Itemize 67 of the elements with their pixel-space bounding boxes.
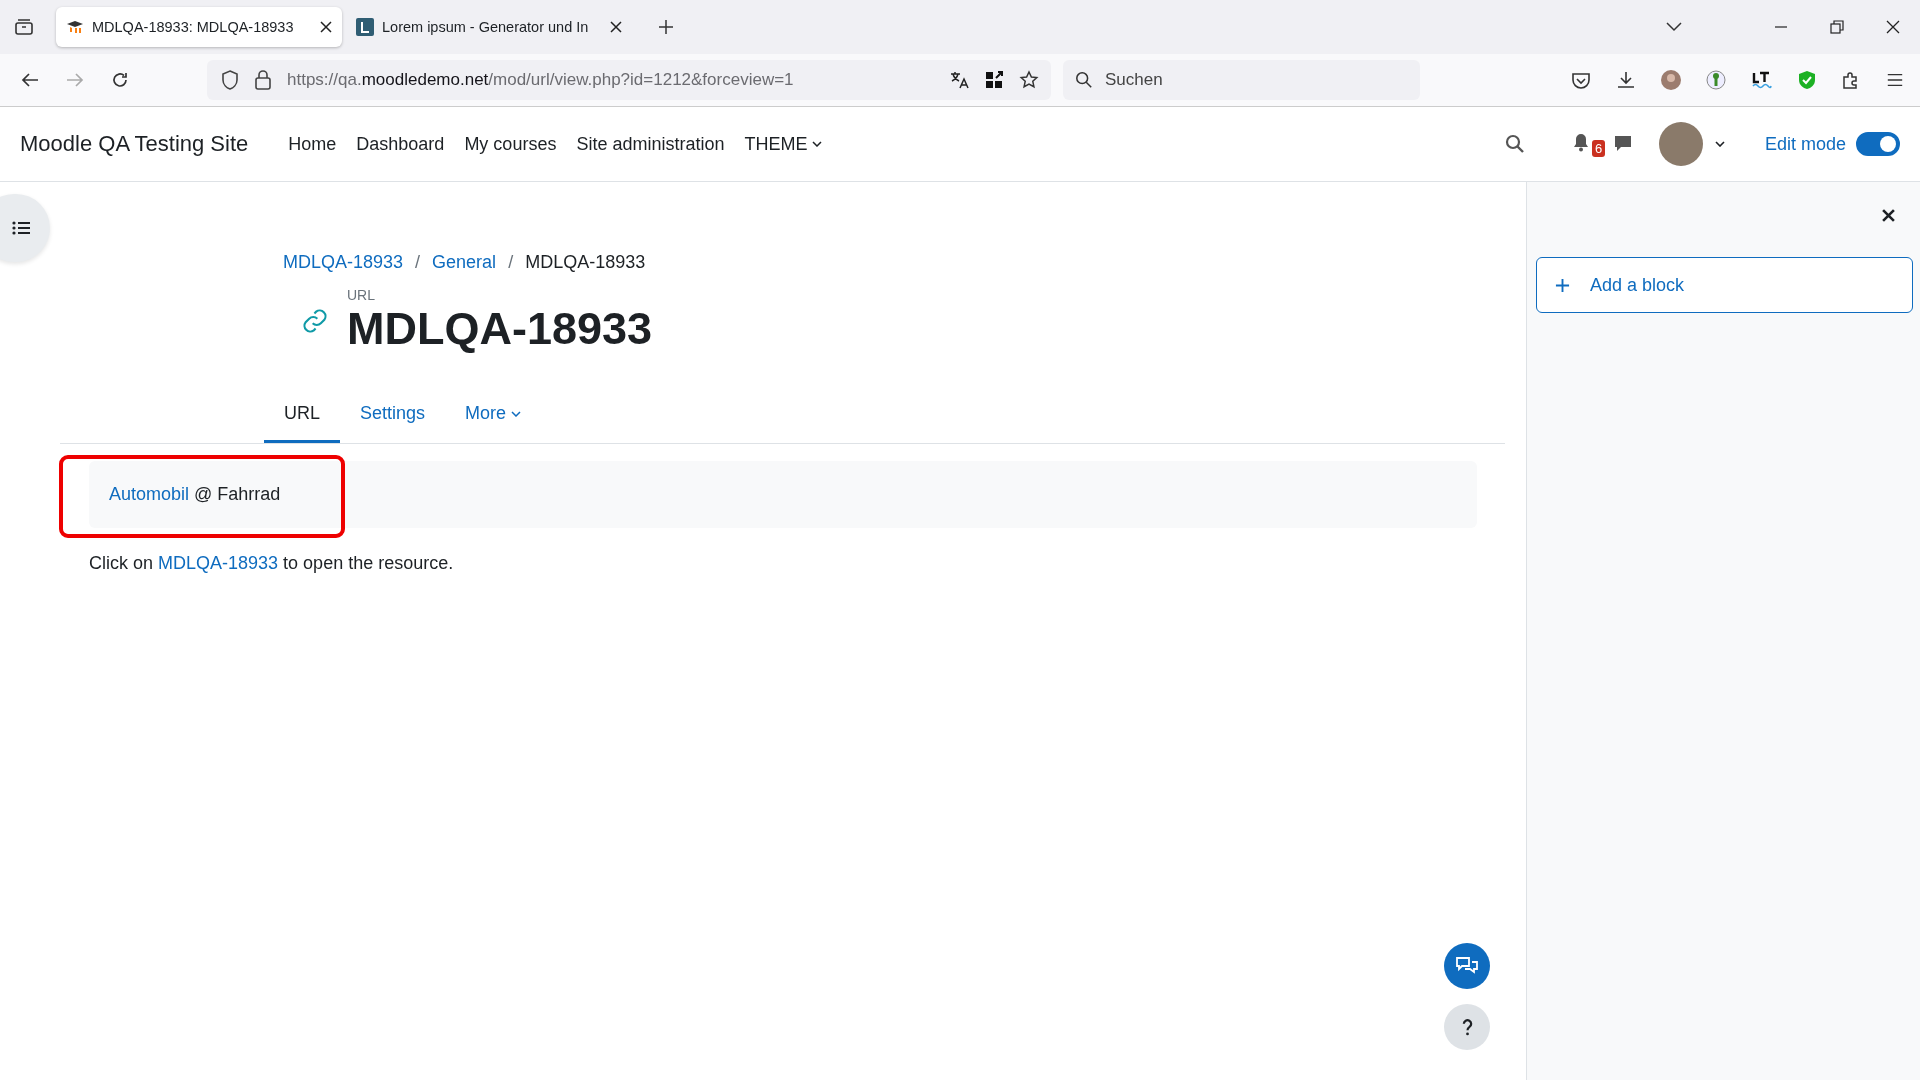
instruction-text: Click on MDLQA-18933 to open the resource. (89, 553, 455, 574)
browser-tab[interactable]: Lorem ipsum - Generator und In (346, 7, 632, 47)
url-text: @ Fahrrad (194, 484, 281, 505)
close-icon[interactable] (1886, 20, 1900, 34)
chevron-down-icon (511, 410, 522, 417)
translate-icon[interactable] (949, 70, 969, 90)
add-block-button[interactable]: Add a block (1536, 257, 1913, 313)
url-link[interactable]: Automobil (109, 484, 190, 505)
chevron-down-icon[interactable] (1714, 141, 1725, 147)
chevron-down-icon (812, 141, 823, 147)
search-input[interactable]: Suchen (1103, 69, 1408, 91)
chat-bubble-icon[interactable] (1612, 134, 1633, 154)
nav-link[interactable]: Home (288, 133, 337, 155)
graduation-cap-icon (66, 20, 84, 34)
browser-tab[interactable]: MDLQA-18933: MDLQA-18933 (56, 7, 342, 47)
close-icon[interactable] (1882, 209, 1895, 222)
avatar-placeholder[interactable] (1658, 122, 1703, 166)
star-icon[interactable] (1019, 70, 1039, 90)
nav-link[interactable]: Site administration (576, 133, 725, 155)
chat-bubbles-icon (1455, 955, 1479, 977)
avatar-extension-icon[interactable] (1661, 70, 1681, 90)
close-icon[interactable] (610, 21, 622, 33)
nav-link[interactable]: THEME (744, 133, 823, 155)
lock-icon (255, 70, 271, 90)
page-title: MDLQA-18933 (347, 303, 653, 355)
close-icon[interactable] (320, 21, 332, 33)
menu-icon[interactable] (1886, 71, 1904, 89)
course-index-button[interactable] (0, 194, 50, 262)
pocket-icon[interactable] (1571, 70, 1591, 90)
search-icon (1075, 71, 1093, 89)
nav-link[interactable]: My courses (464, 133, 557, 155)
restore-icon[interactable] (1830, 20, 1844, 34)
tab-list-icon[interactable] (14, 17, 34, 37)
activity-type-label: URL (347, 287, 376, 303)
edit-mode-label: Edit mode (1764, 133, 1846, 155)
search-icon[interactable] (1504, 134, 1525, 154)
breadcrumb-item[interactable]: MDLQA-18933 (525, 252, 646, 273)
nav-link[interactable]: Dashboard (356, 133, 445, 155)
site-name[interactable]: Moodle QA Testing Site (20, 131, 249, 157)
download-icon[interactable] (1616, 70, 1636, 90)
list-icon (12, 221, 30, 235)
chevron-down-icon[interactable] (1666, 22, 1682, 32)
breadcrumb-item[interactable]: General (432, 252, 497, 273)
grid-icon[interactable] (985, 71, 1003, 89)
question-mark-icon (1461, 1018, 1473, 1036)
reload-icon[interactable] (110, 70, 130, 90)
shield-icon (221, 70, 239, 90)
chat-button[interactable] (1444, 943, 1490, 989)
lt-extension-icon[interactable] (1751, 70, 1773, 90)
notification-count: 6 (1591, 140, 1606, 157)
edit-mode-toggle[interactable] (1856, 132, 1900, 156)
search-field[interactable]: Suchen (1063, 60, 1420, 100)
nav-tab[interactable]: More (445, 389, 542, 443)
resource-link[interactable]: MDLQA-18933 (158, 553, 279, 573)
plus-icon (1555, 277, 1570, 293)
link-icon (301, 307, 329, 335)
extension-icon[interactable] (1706, 70, 1726, 90)
page-icon (356, 18, 374, 36)
breadcrumb-separator: / (415, 252, 421, 273)
url-text: https://qa.moodledemo.net/mod/url/view.php?id=1212&forceview=1 (287, 70, 794, 90)
shield-check-icon[interactable] (1798, 70, 1816, 90)
address-bar[interactable]: https://qa.moodledemo.net/mod/url/view.php?id=1212&forceview=1 (207, 60, 1051, 100)
breadcrumb-item[interactable]: MDLQA-18933 (283, 252, 404, 273)
new-tab-icon[interactable] (658, 19, 674, 35)
help-button[interactable] (1444, 1004, 1490, 1050)
breadcrumb-separator: / (508, 252, 514, 273)
nav-tab[interactable]: Settings (340, 389, 446, 443)
